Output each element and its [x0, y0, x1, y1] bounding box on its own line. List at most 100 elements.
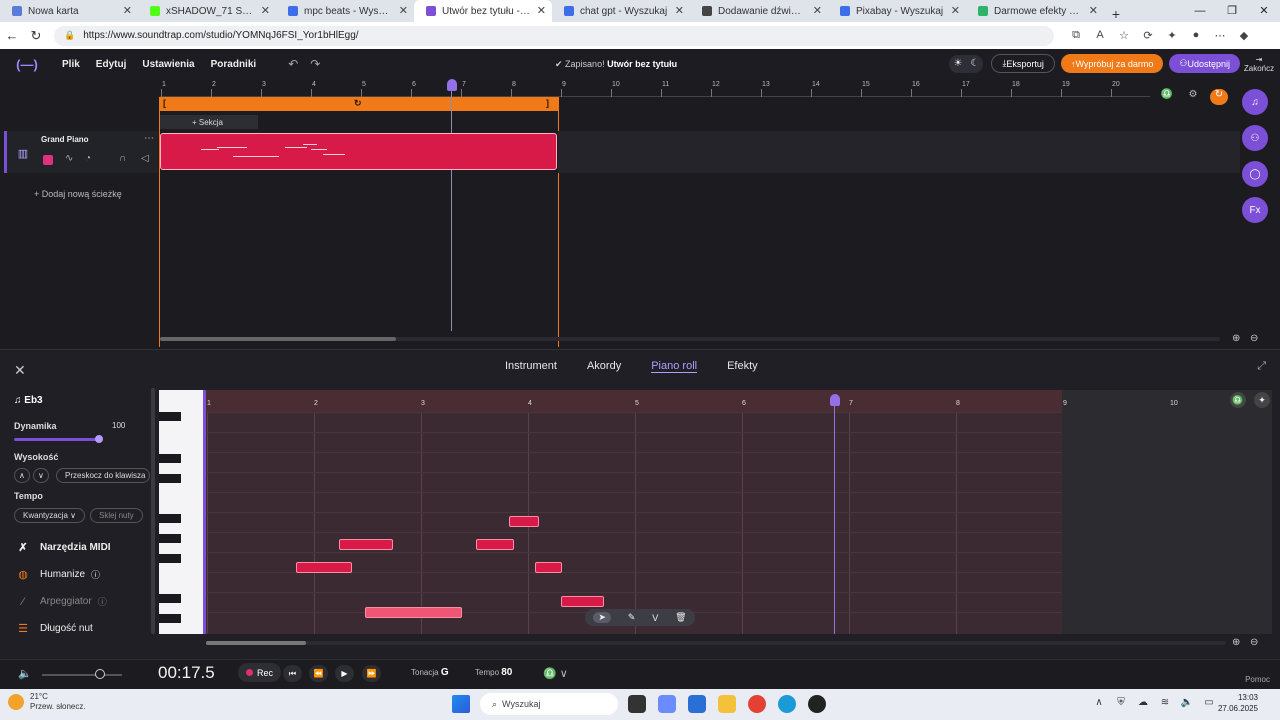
file-explorer-icon[interactable] — [718, 695, 736, 713]
browser-tab[interactable]: mpc beats - Wyszukaj ✕ — [276, 0, 414, 22]
browser-tab[interactable]: chat gpt - Wyszukaj ✕ — [552, 0, 690, 22]
browser-tab[interactable]: Darmowe efekty dźwiękow ✕ — [966, 0, 1104, 22]
refresh-icon[interactable]: ⟳ — [1136, 29, 1160, 42]
jump-to-key-button[interactable]: Przeskocz do klawisza — [56, 468, 150, 483]
close-tab-icon[interactable]: ✕ — [813, 4, 822, 17]
fx-icon[interactable]: Fx — [1242, 197, 1268, 223]
finish-button[interactable]: ⇥ Zakończ — [1242, 55, 1276, 73]
favorite-icon[interactable]: ☆ — [1112, 29, 1136, 42]
maximize-icon[interactable]: ❐ — [1216, 0, 1248, 22]
taskbar-search[interactable]: ⌕ Wyszukaj — [480, 693, 618, 715]
speaker-icon[interactable]: 🔈 — [1176, 697, 1198, 708]
close-tab-icon[interactable]: ✕ — [261, 4, 270, 17]
piano-roll-playhead-handle[interactable] — [830, 394, 840, 406]
menu-settings[interactable]: Ustawienia — [142, 59, 194, 70]
info-icon[interactable]: ⓘ — [98, 595, 107, 608]
loop-end-handle-icon[interactable]: ] — [546, 98, 549, 108]
close-tab-icon[interactable]: ✕ — [399, 4, 408, 17]
track-lane[interactable] — [558, 131, 1240, 173]
tab-effects[interactable]: Efekty — [727, 360, 758, 373]
volume-knob-icon[interactable]: ◔ — [85, 153, 91, 164]
close-window-icon[interactable]: ✕ — [1248, 0, 1280, 22]
black-key[interactable] — [159, 474, 181, 483]
pencil-tool-icon[interactable]: ✎ — [628, 612, 636, 623]
url-field[interactable]: 🔒 https://www.soundtrap.com/studio/YOMNqJ… — [54, 25, 1054, 46]
loop-icon[interactable]: ↻ — [354, 98, 362, 109]
key-display[interactable]: Tonacja G — [411, 667, 449, 678]
scrollbar-thumb[interactable] — [206, 641, 306, 645]
master-volume-handle[interactable] — [95, 669, 105, 679]
chrome-icon[interactable] — [748, 695, 766, 713]
dynamics-slider[interactable] — [14, 438, 102, 441]
metronome-icon[interactable]: ♎ — [1158, 89, 1176, 105]
menu-file[interactable]: Plik — [62, 59, 80, 70]
share-button[interactable]: ⚇ Udostępnij — [1169, 54, 1240, 73]
black-key[interactable] — [159, 412, 181, 421]
dynamics-slider-handle[interactable] — [95, 435, 103, 443]
skip-to-start-icon[interactable]: ⏮ — [283, 665, 302, 682]
tempo-display[interactable]: Tempo 80 — [475, 667, 512, 678]
weather-widget[interactable]: 21°C Przew. słonecz. — [8, 692, 86, 712]
settings-icon[interactable]: ⚙ — [1184, 89, 1202, 105]
record-arm-button[interactable] — [43, 155, 53, 165]
humanize-tool[interactable]: ◍ Humanize ⓘ — [14, 568, 100, 581]
pitch-down-button[interactable]: ∨ — [33, 468, 49, 483]
black-key[interactable] — [159, 534, 181, 543]
playhead-handle[interactable] — [447, 79, 457, 91]
track-header[interactable]: Grand Piano ⋯ ▥ ∿ ◔ ∩ ◁ — [4, 131, 158, 173]
chevron-up-icon[interactable]: ∧ — [1088, 697, 1110, 708]
edge-icon[interactable] — [778, 695, 796, 713]
midi-region[interactable] — [160, 133, 557, 170]
merge-notes-button[interactable]: Sklej nuty — [90, 508, 143, 523]
piano-roll-horizontal-scrollbar[interactable] — [206, 641, 1226, 645]
rewind-icon[interactable]: ⏪ — [309, 665, 328, 682]
tab-piano-roll[interactable]: Piano roll — [651, 360, 698, 373]
track-menu-icon[interactable]: ⋯ — [144, 133, 154, 144]
profile-icon[interactable]: ● — [1184, 29, 1208, 42]
expand-panel-icon[interactable]: ⤢ — [1257, 360, 1266, 373]
arrange-horizontal-scrollbar[interactable] — [160, 337, 1220, 341]
play-icon[interactable]: ▶ — [335, 665, 354, 682]
soundtrap-logo-icon[interactable]: (—) — [8, 57, 46, 72]
tab-chords[interactable]: Akordy — [587, 360, 621, 373]
battery-icon[interactable]: ▭ — [1198, 697, 1220, 708]
close-tab-icon[interactable]: ✕ — [123, 4, 132, 17]
clock[interactable]: 13:03 27.06.2025 — [1218, 692, 1258, 714]
controls-vertical-scrollbar[interactable] — [151, 388, 155, 634]
loop-region[interactable]: [ ↻ ] — [160, 97, 558, 111]
loop-toggle-icon[interactable]: ↻ — [1210, 89, 1228, 105]
task-view-icon[interactable] — [628, 695, 646, 713]
close-tab-icon[interactable]: ✕ — [951, 4, 960, 17]
pointer-tool-icon[interactable]: ➤ — [593, 612, 611, 623]
zoom-in-icon[interactable]: ⊕ — [1232, 637, 1240, 648]
copilot-icon[interactable]: ◆ — [1232, 29, 1256, 42]
zoom-out-icon[interactable]: ⊖ — [1250, 333, 1258, 344]
read-aloud-icon[interactable]: A — [1088, 29, 1112, 42]
close-tab-icon[interactable]: ✕ — [675, 4, 684, 17]
cloud-icon[interactable]: ☁ — [1132, 697, 1154, 708]
tab-instrument[interactable]: Instrument — [505, 360, 557, 373]
delete-tool-icon[interactable]: 🗑 — [675, 612, 686, 623]
close-tab-icon[interactable]: ✕ — [1089, 4, 1098, 17]
automation-icon[interactable]: ∿ — [65, 153, 73, 164]
midi-note-selected[interactable] — [365, 607, 462, 618]
midi-note[interactable] — [476, 539, 514, 550]
try-free-button[interactable]: ↑ Wypróbuj za darmo — [1060, 54, 1164, 73]
midi-note[interactable] — [535, 562, 562, 573]
minimize-icon[interactable]: — — [1184, 0, 1216, 22]
black-key[interactable] — [159, 514, 181, 523]
info-icon[interactable]: ⓘ — [91, 568, 100, 581]
browser-tab[interactable]: Nowa karta ✕ — [0, 0, 138, 22]
piano-roll-outside-region[interactable] — [1062, 390, 1272, 634]
reload-icon[interactable]: ↻ — [24, 28, 48, 44]
black-key[interactable] — [159, 594, 181, 603]
browser-tab[interactable]: Dodawanie dźwięków do b ✕ — [690, 0, 828, 22]
midi-note[interactable] — [509, 516, 539, 527]
velocity-tool-icon[interactable]: V — [652, 613, 658, 623]
midi-note[interactable] — [561, 596, 604, 607]
browser-tab[interactable]: xSHADOW_71 Stream - Wa ✕ — [138, 0, 276, 22]
volume-icon[interactable]: 🔈 — [18, 667, 32, 680]
midi-note[interactable] — [296, 562, 352, 573]
zoom-in-icon[interactable]: ⊕ — [1232, 333, 1240, 344]
piano-roll-grid[interactable] — [206, 390, 1062, 634]
